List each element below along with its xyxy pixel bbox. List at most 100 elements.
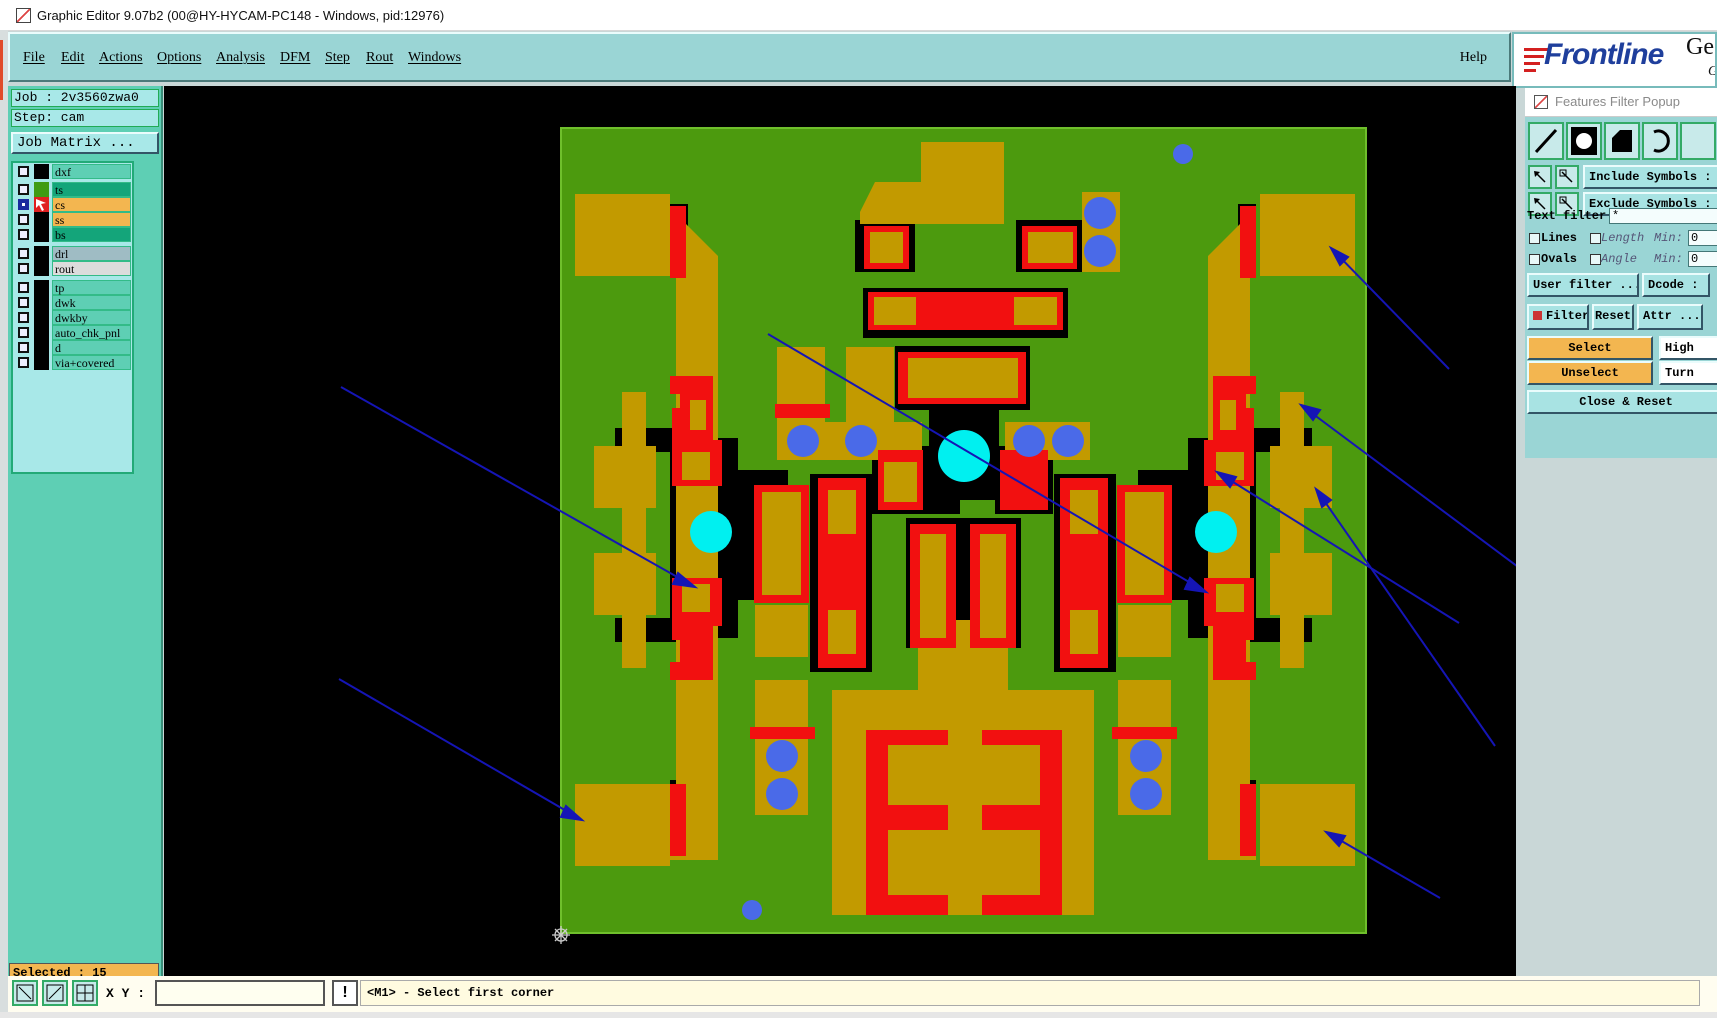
layer-name: dxf [52, 164, 131, 179]
layer-checkbox[interactable] [18, 199, 29, 210]
layer-color-swatch[interactable] [34, 295, 49, 310]
pcb-view[interactable] [164, 86, 1516, 976]
graphic-canvas[interactable] [164, 86, 1516, 976]
include-pick-button[interactable] [1555, 165, 1579, 189]
layer-checkbox[interactable] [18, 282, 29, 293]
layer-checkbox[interactable] [18, 248, 29, 259]
menu-rout[interactable]: Rout [366, 50, 393, 66]
layer-color-swatch[interactable] [34, 227, 49, 242]
layer-checkbox[interactable] [18, 214, 29, 225]
layer-row-ts[interactable]: ts [15, 182, 131, 197]
menu-analysis[interactable]: Analysis [216, 50, 265, 66]
xy-input[interactable] [155, 980, 325, 1006]
ovals-checkbox[interactable] [1529, 254, 1540, 265]
layer-checkbox[interactable] [18, 312, 29, 323]
reset-button[interactable]: Reset [1592, 304, 1634, 330]
layer-row-ss[interactable]: ss [15, 212, 131, 227]
turn-button[interactable]: Turn [1659, 361, 1717, 385]
length-checkbox[interactable] [1590, 233, 1601, 244]
logo-text: Frontline [1544, 38, 1664, 71]
ovals-label: Ovals [1541, 252, 1578, 266]
menu-windows[interactable]: Windows [408, 50, 461, 66]
user-filter-button[interactable]: User filter ... [1527, 273, 1639, 297]
layer-color-swatch[interactable] [34, 212, 49, 227]
grid-button[interactable] [72, 980, 98, 1006]
layer-row-dwk[interactable]: dwk [15, 295, 131, 310]
bottom-edge [0, 1012, 1717, 1018]
layer-color-swatch[interactable] [34, 310, 49, 325]
layer-color-swatch[interactable] [34, 355, 49, 370]
layer-name: dwk [52, 295, 131, 310]
select-button[interactable]: Select [1527, 336, 1653, 360]
layer-row-via-covered[interactable]: via+covered [15, 355, 131, 370]
menu-step[interactable]: Step [325, 50, 350, 66]
filter-toggle-button[interactable]: Filter [1527, 304, 1589, 330]
include-select-button[interactable] [1528, 165, 1552, 189]
highlight-button[interactable]: High [1659, 336, 1717, 360]
filter-lines-button[interactable] [1528, 122, 1564, 160]
exclaim-button[interactable]: ! [332, 980, 358, 1006]
layer-checkbox[interactable] [18, 342, 29, 353]
layer-color-swatch[interactable] [34, 325, 49, 340]
length-min-input[interactable]: 0 [1688, 230, 1717, 246]
layer-checkbox[interactable] [18, 297, 29, 308]
layer-color-swatch[interactable] [34, 182, 49, 197]
lines-checkbox[interactable] [1529, 233, 1540, 244]
logo-stripe [1524, 62, 1540, 65]
layer-color-swatch[interactable] [34, 246, 49, 261]
filter-pads-button[interactable] [1566, 122, 1602, 160]
filter-arcs-button[interactable] [1642, 122, 1678, 160]
pad-icon [1571, 127, 1597, 155]
filter-popup-title: Features Filter Popup [1555, 94, 1681, 109]
menu-options[interactable]: Options [157, 50, 201, 66]
close-reset-button[interactable]: Close & Reset [1527, 390, 1717, 414]
layer-checkbox[interactable] [18, 357, 29, 368]
layer-checkbox[interactable] [18, 166, 29, 177]
layer-checkbox[interactable] [18, 184, 29, 195]
menu-edit[interactable]: Edit [61, 50, 84, 66]
menu-file[interactable]: File [23, 50, 45, 66]
measure-button[interactable] [42, 980, 68, 1006]
layer-row-tp[interactable]: tp [15, 280, 131, 295]
lines-label: Lines [1541, 231, 1578, 245]
layer-name: cs [52, 197, 131, 212]
layer-color-swatch[interactable] [34, 197, 49, 212]
menu-help[interactable]: Help [1460, 50, 1487, 66]
include-symbols-button[interactable]: Include Symbols : [1583, 165, 1717, 189]
angle-checkbox[interactable] [1590, 254, 1601, 265]
layer-checkbox[interactable] [18, 229, 29, 240]
layer-name: rout [52, 261, 131, 276]
layer-color-swatch[interactable] [34, 164, 49, 179]
step-name: Step: cam [11, 109, 159, 127]
features-filter-popup: Features Filter Popup Include Symbols : … [1525, 88, 1717, 458]
layer-row-auto-chk-pnl[interactable]: auto_chk_pnl [15, 325, 131, 340]
layer-row-dxf[interactable]: dxf [15, 164, 131, 179]
xy-label: X Y : [106, 986, 146, 1001]
layer-checkbox[interactable] [18, 327, 29, 338]
angle-min-input[interactable]: 0 [1688, 251, 1717, 267]
layer-color-swatch[interactable] [34, 261, 49, 276]
zoom-extents-button[interactable] [12, 980, 38, 1006]
dcode-button[interactable]: Dcode : [1642, 273, 1710, 297]
text-filter-input[interactable]: * [1609, 208, 1717, 224]
unselect-button[interactable]: Unselect [1527, 361, 1653, 385]
prompt-message: <M1> - Select first corner [360, 980, 1700, 1006]
layer-row-bs[interactable]: bs [15, 227, 131, 242]
filter-toggle-label: Filter [1546, 309, 1589, 323]
job-matrix-button[interactable]: Job Matrix ... [11, 132, 159, 154]
layer-color-swatch[interactable] [34, 340, 49, 355]
layer-row-cs[interactable]: cs [15, 197, 131, 212]
layer-checkbox[interactable] [18, 263, 29, 274]
layer-row-rout[interactable]: rout [15, 261, 131, 276]
layer-color-swatch[interactable] [34, 280, 49, 295]
measure-icon [46, 984, 64, 1002]
menu-actions[interactable]: Actions [99, 50, 143, 66]
layer-row-d[interactable]: d [15, 340, 131, 355]
attr-button[interactable]: Attr ... [1637, 304, 1703, 330]
menu-dfm[interactable]: DFM [280, 50, 310, 66]
layer-row-dwkby[interactable]: dwkby [15, 310, 131, 325]
layer-row-drl[interactable]: drl [15, 246, 131, 261]
filter-check-icon [1533, 311, 1542, 321]
filter-surfaces-button[interactable] [1604, 122, 1640, 160]
filter-text-button[interactable] [1680, 122, 1716, 160]
